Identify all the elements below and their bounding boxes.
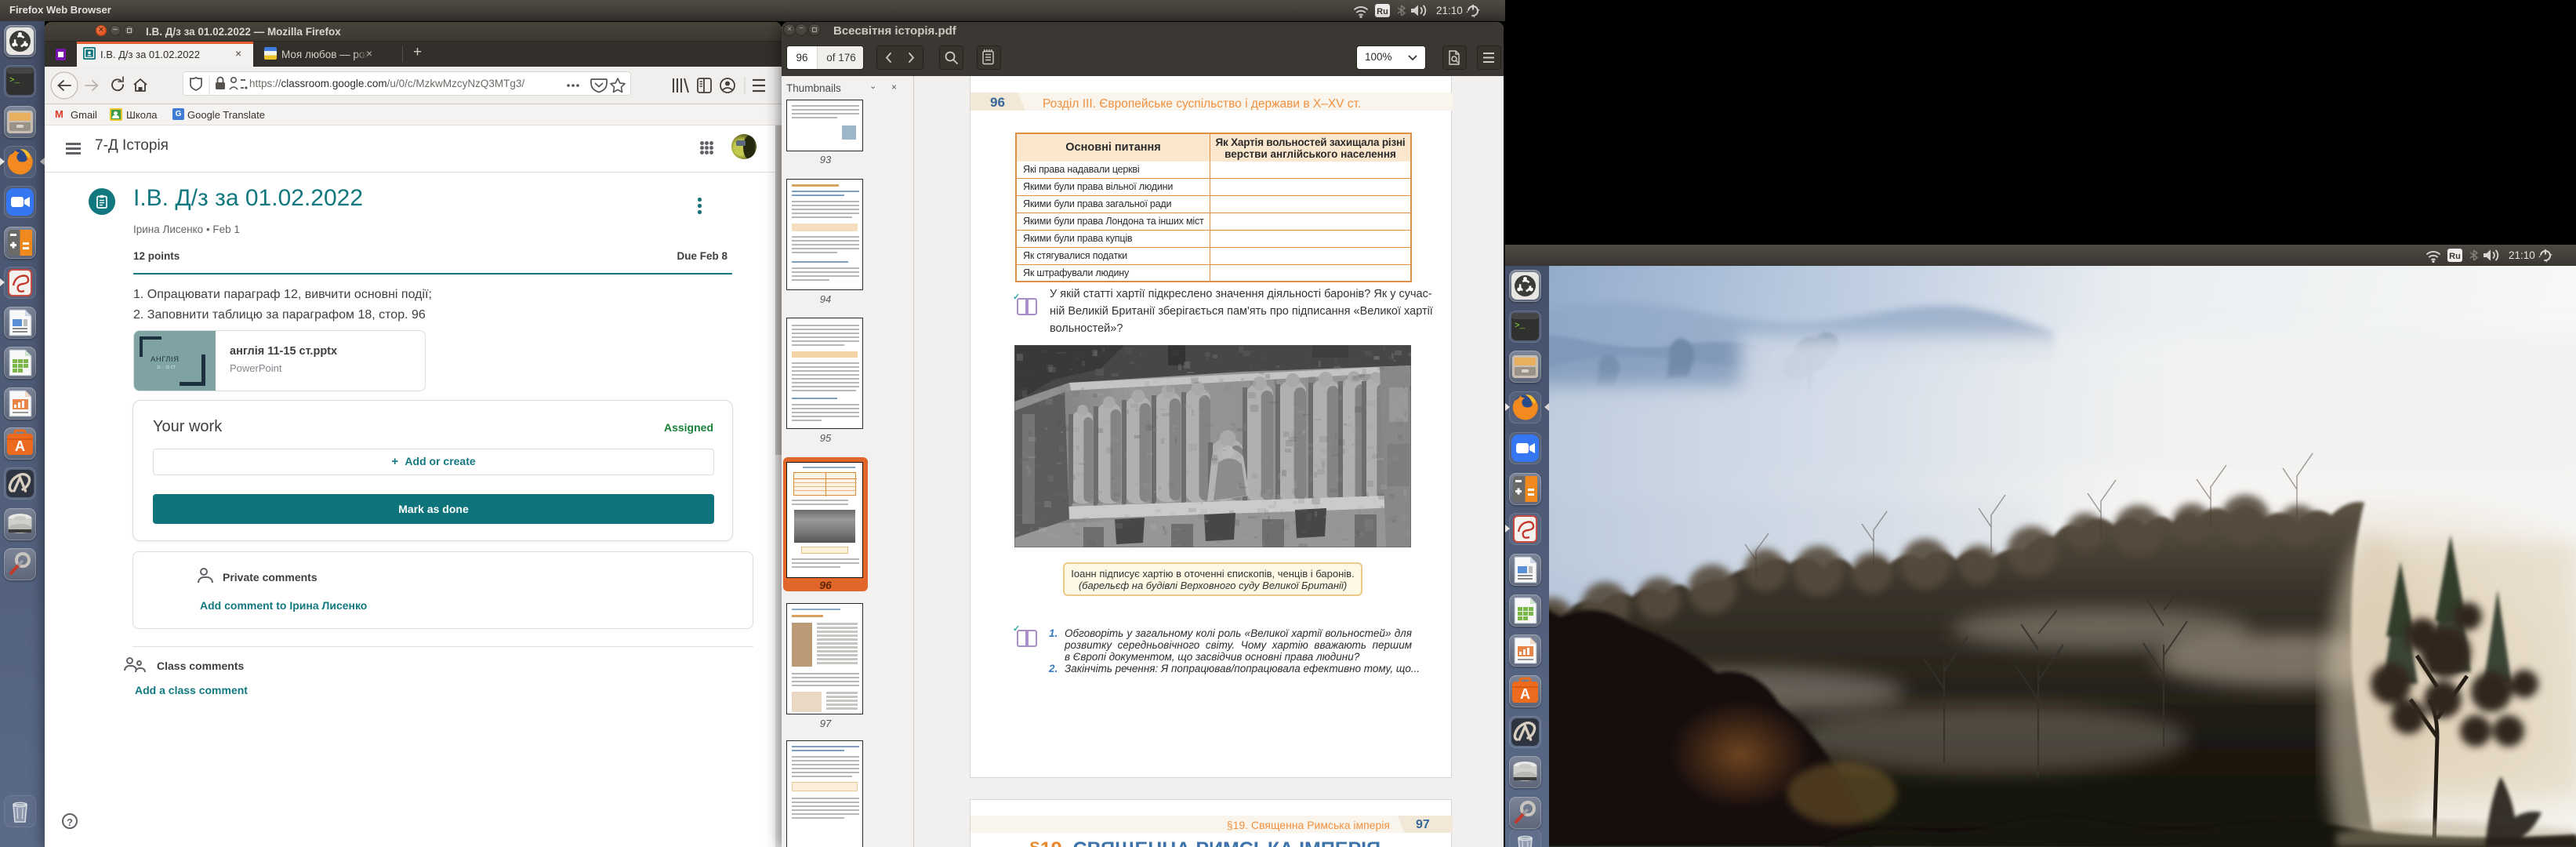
svg-text:21:10: 21:10 [2509,249,2535,261]
svg-text:>_: >_ [9,76,20,85]
svg-text:Ru: Ru [2449,252,2461,261]
svg-text:A: A [1520,686,1530,702]
svg-text:>_: >_ [1515,322,1526,331]
svg-text:Ru: Ru [1377,7,1388,16]
svg-text:21:10: 21:10 [1436,5,1463,16]
svg-text:A: A [15,438,25,454]
